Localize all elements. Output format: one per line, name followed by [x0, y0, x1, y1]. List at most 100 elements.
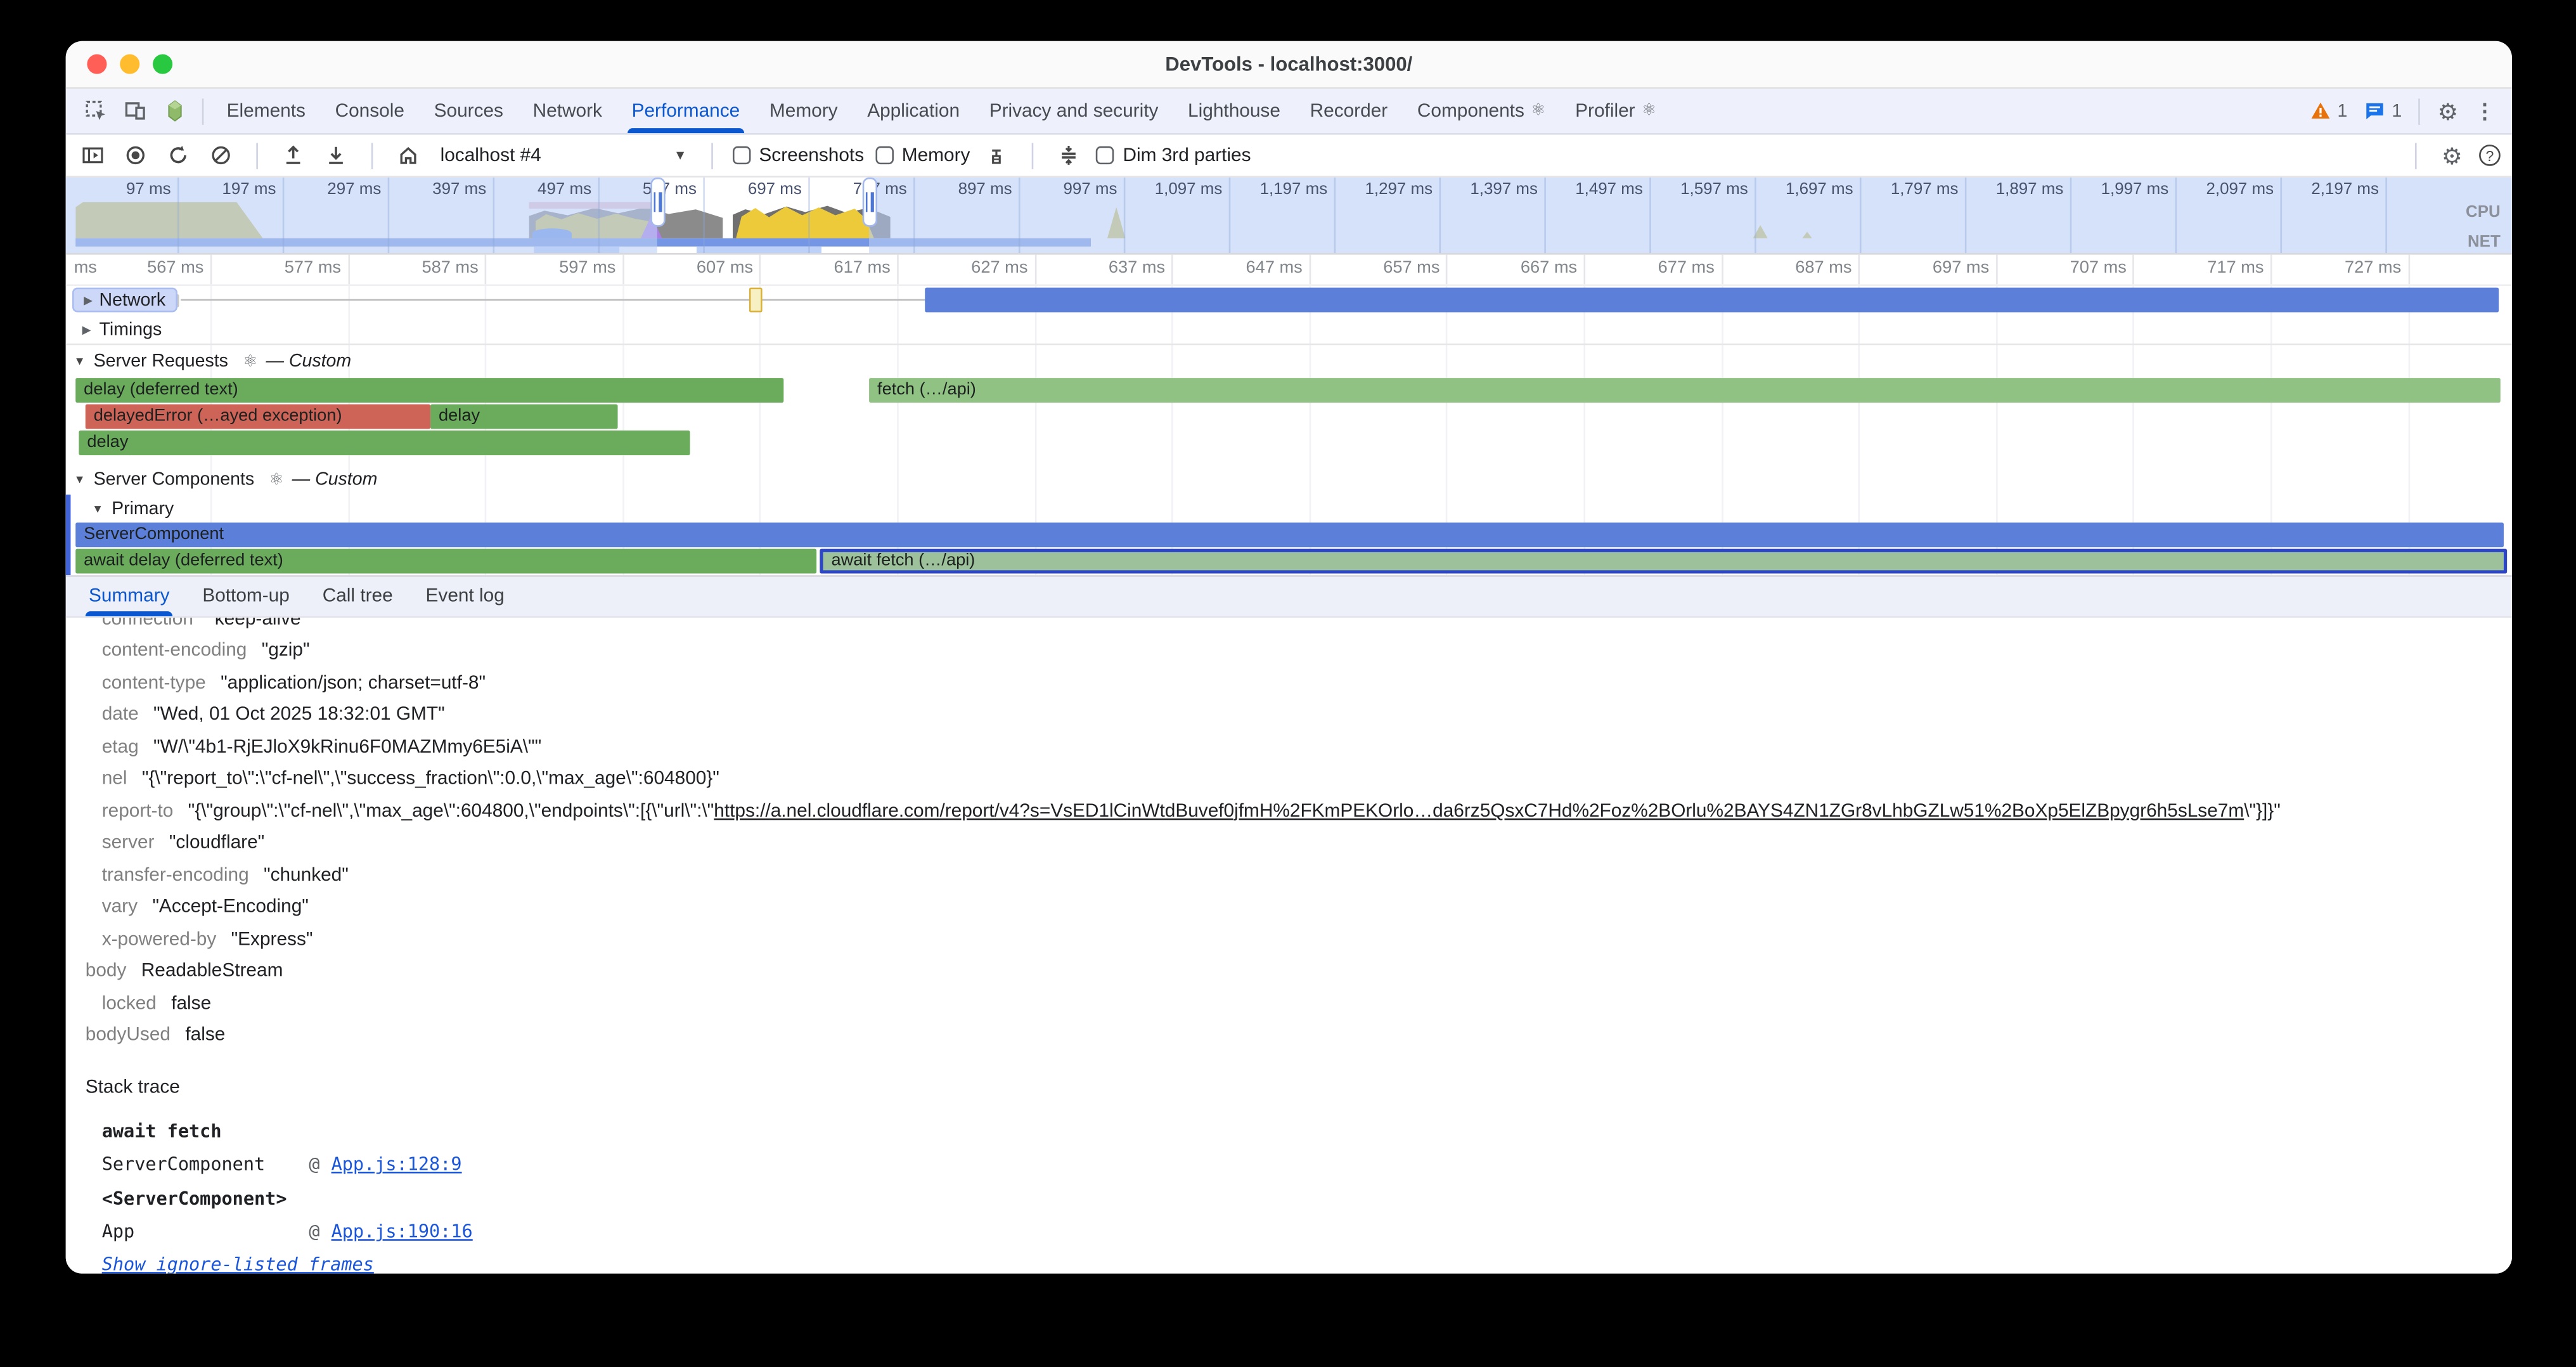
tab-label: Application [867, 101, 960, 120]
memory-checkbox[interactable] [875, 146, 894, 165]
header-row-content-type: content-type"application/json; charset=u… [66, 667, 2512, 699]
ruler-tickmark [1446, 255, 1448, 285]
tab-recorder[interactable]: Recorder [1295, 89, 1402, 133]
overview-tick-label: 497 ms [493, 181, 592, 199]
header-key: bodyUsed [86, 1026, 171, 1046]
console-messages-badge[interactable]: 1 [2364, 100, 2402, 122]
timings-track[interactable]: ▶Timings [66, 316, 2512, 346]
ruler-tick-label: 707 ms [2025, 258, 2127, 278]
flame-bar-servercomponent[interactable]: ServerComponent [75, 522, 2504, 547]
selection-handle-right[interactable] [861, 178, 876, 227]
tab-performance[interactable]: Performance [617, 89, 754, 133]
garbage-collect-icon[interactable] [982, 141, 1013, 171]
flame-bar-await-delay-deferred-text[interactable]: await delay (deferred text) [75, 549, 816, 574]
report-to-url-link[interactable]: https://a.nel.cloudflare.com/report/v4?s… [714, 801, 2244, 821]
flame-bar-row: delay [66, 431, 2512, 457]
custom-track-suffix: — Custom [266, 352, 351, 372]
dim-3rd-parties-checkbox[interactable] [1097, 146, 1115, 165]
ruler-tickmark [1721, 255, 1723, 285]
primary-group-row[interactable]: ▼Primary [66, 496, 2512, 522]
download-profile-icon[interactable] [320, 141, 351, 171]
ruler-tickmark [622, 255, 624, 285]
ruler-tick-label: 677 ms [1613, 258, 1715, 278]
flame-bar-delay[interactable]: delay [430, 405, 617, 429]
handle-grip [871, 192, 873, 212]
screenshots-checkbox[interactable] [733, 146, 751, 165]
minimize-button[interactable] [120, 55, 139, 74]
flame-bar-fetch-api[interactable]: fetch (…/api) [869, 378, 2501, 403]
home-icon[interactable] [392, 141, 423, 171]
ruler-unit-label: ms [74, 258, 97, 278]
ruler-tick-label: 617 ms [789, 258, 891, 278]
memory-label: Memory [902, 145, 970, 165]
server-components-header[interactable]: ▼Server Components⚛— Custom [66, 463, 2512, 496]
issues-warning-badge[interactable]: 1 [2309, 100, 2347, 122]
bottom-tab-bottom-up[interactable]: Bottom-up [186, 577, 306, 616]
flame-bar-row: delay (deferred text) fetch (…/api) [66, 378, 2512, 404]
tab-privacy-and-security[interactable]: Privacy and security [974, 89, 1173, 133]
flame-bar-delayederror-ayed-exception[interactable]: delayedError (…ayed exception) [86, 405, 430, 429]
device-toolbar-icon[interactable] [115, 94, 154, 128]
help-icon[interactable]: ? [2479, 145, 2501, 166]
header-value: false [185, 1026, 225, 1046]
dim-3rd-parties-label: Dim 3rd parties [1123, 145, 1251, 165]
tab-memory[interactable]: Memory [755, 89, 853, 133]
header-row-nel: nel"{\"report_to\":\"cf-nel\",\"success_… [66, 763, 2512, 796]
extension-gem-icon[interactable] [155, 94, 194, 128]
more-options-icon[interactable]: ⋮ [2468, 98, 2502, 124]
stack-frame: App@App.js:190:16 [102, 1215, 2512, 1249]
frame-text: await fetch [102, 1120, 222, 1142]
show-ignore-listed-frames-link[interactable]: Show ignore-listed frames [102, 1254, 374, 1274]
flame-bar-delay-deferred-text[interactable]: delay (deferred text) [75, 378, 783, 403]
tab-lighthouse[interactable]: Lighthouse [1173, 89, 1296, 133]
overview-tick-label: 1,297 ms [1334, 181, 1433, 199]
flame-bar-delay[interactable]: delay [79, 431, 690, 455]
collapse-sections-icon[interactable] [1054, 141, 1085, 171]
network-event-marker[interactable] [749, 288, 763, 313]
toggle-sidebar-icon[interactable] [77, 141, 108, 171]
close-button[interactable] [87, 55, 106, 74]
tab-elements[interactable]: Elements [212, 89, 320, 133]
frame-source-link[interactable]: App.js:128:9 [332, 1154, 462, 1176]
overview-tick-label: 797 ms [808, 181, 907, 199]
tab-components[interactable]: Components⚛ [1403, 89, 1561, 133]
reload-and-record-icon[interactable] [163, 141, 194, 171]
header-row-report-to: report-to"{\"group\":\"cf-nel\",\"max_ag… [66, 795, 2512, 827]
screenshots-checkbox-group: Screenshots [733, 145, 864, 165]
tab-profiler[interactable]: Profiler⚛ [1561, 89, 1671, 133]
bottom-tab-call-tree[interactable]: Call tree [306, 577, 409, 616]
tab-label: Profiler [1575, 101, 1635, 120]
ruler-tickmark [2270, 255, 2272, 285]
clear-icon[interactable] [205, 141, 236, 171]
selection-handle-left[interactable] [650, 178, 664, 227]
network-track-label[interactable]: ▶Network [72, 288, 177, 313]
bottom-tab-summary[interactable]: Summary [72, 577, 186, 616]
overview-tick-label: 2,097 ms [2175, 181, 2274, 199]
tab-application[interactable]: Application [853, 89, 974, 133]
tab-console[interactable]: Console [320, 89, 419, 133]
timeline-overview[interactable]: 97 ms197 ms297 ms397 ms497 ms597 ms697 m… [66, 178, 2512, 255]
flame-bar-await-fetch-api[interactable]: await fetch (…/api) [820, 549, 2507, 574]
ruler-tick-label: 587 ms [377, 258, 479, 278]
summary-scroll-content: connection"keep-alive"content-encoding"g… [66, 618, 2512, 1274]
settings-gear-icon[interactable]: ⚙ [2428, 94, 2468, 128]
panel-settings-gear-icon[interactable]: ⚙ [2437, 141, 2468, 171]
header-key: body [86, 962, 127, 982]
profile-select[interactable]: localhost #4 ▼ [435, 145, 692, 165]
bottom-tab-event-log[interactable]: Event log [409, 577, 521, 616]
overview-tick-label: 197 ms [177, 181, 276, 199]
overview-tick-label: 697 ms [703, 181, 802, 199]
record-icon[interactable] [120, 141, 151, 171]
frame-source-link[interactable]: App.js:190:16 [332, 1221, 473, 1243]
server-requests-header[interactable]: ▼Server Requests⚛— Custom [66, 345, 2512, 378]
tab-sources[interactable]: Sources [419, 89, 518, 133]
network-request-bar[interactable] [925, 288, 2499, 313]
message-icon [2364, 100, 2385, 122]
header-value-suffix: \"}]}" [2244, 801, 2281, 821]
inspect-icon[interactable] [75, 94, 115, 128]
zoom-button[interactable] [153, 55, 172, 74]
header-key: transfer-encoding [102, 865, 249, 885]
tab-network[interactable]: Network [518, 89, 617, 133]
header-value-prefix: "{\"group\":\"cf-nel\",\"max_age\":60480… [188, 801, 714, 821]
upload-profile-icon[interactable] [278, 141, 309, 171]
